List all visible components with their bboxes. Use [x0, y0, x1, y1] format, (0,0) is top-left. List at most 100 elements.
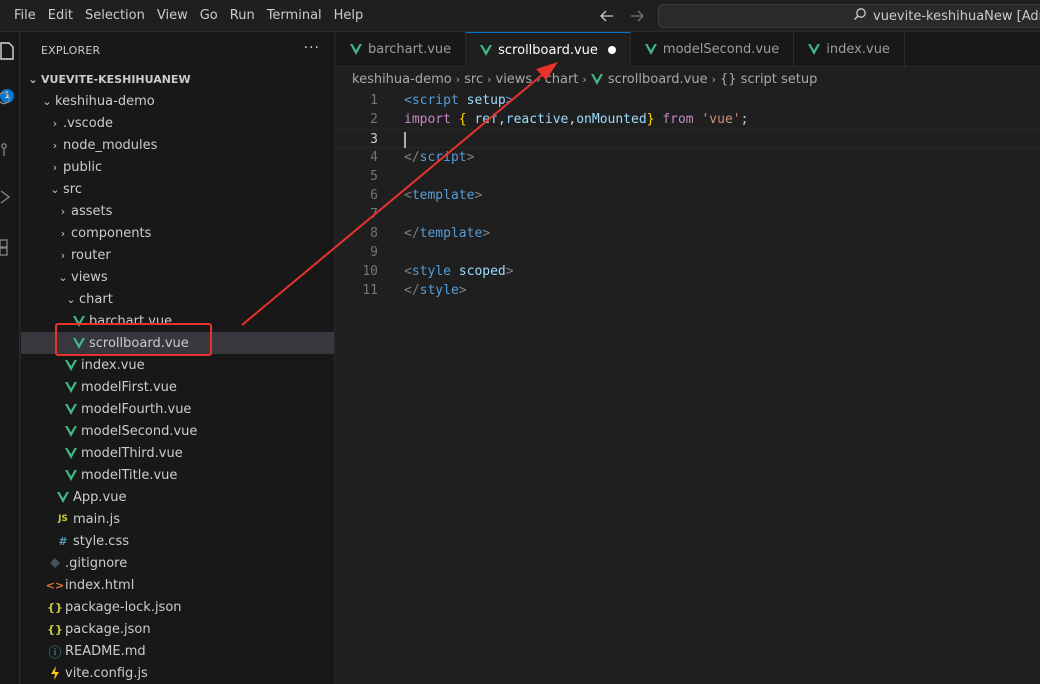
breadcrumb-separator-icon: › — [487, 72, 492, 86]
code-line[interactable]: 2 import { ref,reactive,onMounted} from '… — [336, 110, 1040, 129]
breadcrumb-item[interactable]: keshihua-demo — [352, 72, 452, 87]
git-file-icon — [47, 558, 63, 568]
tree-item-label: package.json — [65, 621, 151, 637]
tree-file[interactable]: modelFirst.vue — [21, 376, 334, 398]
line-number: 4 — [370, 150, 378, 165]
run-debug-icon[interactable] — [0, 188, 20, 212]
chevron-down-icon: ⌄ — [42, 94, 52, 108]
back-arrow-icon[interactable] — [598, 7, 616, 25]
tree-folder[interactable]: ⌄ keshihua-demo — [21, 90, 334, 112]
tree-folder[interactable]: ⌄ chart — [21, 288, 334, 310]
breadcrumb-item[interactable]: {} script setup — [720, 72, 817, 87]
tree-file[interactable]: .gitignore — [21, 552, 334, 574]
tree-file[interactable]: modelThird.vue — [21, 442, 334, 464]
menu-item-file[interactable]: File — [8, 0, 42, 32]
code-token: > — [474, 188, 483, 203]
extensions-icon[interactable] — [0, 236, 20, 260]
line-number: 3 — [370, 132, 378, 147]
menu-item-run[interactable]: Run — [224, 0, 261, 32]
tree-folder[interactable]: › node_modules — [21, 134, 334, 156]
tree-item-label: modelThird.vue — [81, 445, 183, 461]
unsaved-dot-icon[interactable] — [607, 46, 616, 54]
js-file-icon: JS — [58, 514, 68, 524]
menu-item-view[interactable]: View — [151, 0, 194, 32]
tree-item-label: main.js — [73, 511, 120, 527]
more-actions-icon[interactable]: ··· — [304, 40, 320, 56]
tree-item-label: modelTitle.vue — [81, 467, 178, 483]
tree-file[interactable]: index.vue — [21, 354, 334, 376]
tree-item-label: node_modules — [63, 137, 158, 153]
tree-folder[interactable]: › .vscode — [21, 112, 334, 134]
tree-file[interactable]: App.vue — [21, 486, 334, 508]
tree-file[interactable]: modelFourth.vue — [21, 398, 334, 420]
code-line[interactable]: 10 <style scoped> — [336, 262, 1040, 281]
tab-index[interactable]: index.vue — [794, 32, 905, 67]
tree-item-label: README.md — [65, 643, 146, 659]
line-number: 2 — [370, 112, 378, 127]
files-icon[interactable] — [0, 42, 20, 66]
info-file-icon: ⓘ — [48, 645, 62, 661]
tree-file[interactable]: {} package.json — [21, 618, 334, 640]
chevron-right-icon: › — [60, 226, 66, 240]
tree-folder[interactable]: › assets — [21, 200, 334, 222]
menu-item-selection[interactable]: Selection — [79, 0, 151, 32]
workspace-root[interactable]: ⌄ VUEVITE-KESHIHUANEW — [21, 68, 334, 90]
code-token: setup — [458, 93, 506, 108]
command-center-search[interactable]: vuevite-keshihuaNew [Administ — [658, 4, 1040, 28]
code-editor[interactable]: 1 <script setup> 2 import { ref,reactive,on… — [336, 91, 1040, 684]
breadcrumb-separator-icon: › — [711, 72, 716, 86]
tree-item-label: keshihua-demo — [55, 93, 155, 109]
line-number: 6 — [370, 188, 378, 203]
code-token: style — [419, 283, 459, 298]
tree-file[interactable]: modelSecond.vue — [21, 420, 334, 442]
vue-file-icon — [63, 425, 79, 437]
code-token: template — [411, 188, 475, 203]
breadcrumb-item[interactable]: chart — [545, 72, 579, 87]
code-token: ; — [740, 112, 749, 127]
activity-bar: 1 — [0, 32, 20, 684]
code-line[interactable]: 6 <template> — [336, 186, 1040, 205]
code-token: 'vue' — [701, 112, 741, 127]
forward-arrow-icon[interactable] — [628, 7, 646, 25]
tree-folder[interactable]: ⌄ src — [21, 178, 334, 200]
tree-file[interactable]: # style.css — [21, 530, 334, 552]
tree-folder[interactable]: › components — [21, 222, 334, 244]
tree-file[interactable]: vite.config.js — [21, 662, 334, 684]
tree-file[interactable]: ⓘ README.md — [21, 640, 334, 662]
tab-barchart[interactable]: barchart.vue — [336, 32, 467, 67]
code-line[interactable]: 3 — [336, 129, 1040, 148]
code-line[interactable]: 9 — [336, 243, 1040, 262]
tree-file[interactable]: JS main.js — [21, 508, 334, 530]
tree-folder[interactable]: ⌄ views — [21, 266, 334, 288]
breadcrumb-item[interactable]: scrollboard.vue — [608, 72, 708, 87]
tree-folder[interactable]: › public — [21, 156, 334, 178]
tree-file[interactable]: modelTitle.vue — [21, 464, 334, 486]
chevron-right-icon: › — [60, 204, 66, 218]
chevron-down-icon: ⌄ — [66, 292, 76, 306]
code-token: from — [662, 112, 694, 127]
menu-item-terminal[interactable]: Terminal — [261, 0, 328, 32]
vue-file-icon — [63, 359, 79, 371]
code-line[interactable]: 11 </style> — [336, 281, 1040, 300]
tree-folder[interactable]: › router — [21, 244, 334, 266]
vue-file-icon — [350, 44, 362, 55]
tab-scrollboard[interactable]: scrollboard.vue — [466, 32, 631, 67]
tree-file[interactable]: <> index.html — [21, 574, 334, 596]
menu-item-edit[interactable]: Edit — [42, 0, 79, 32]
menu-item-go[interactable]: Go — [194, 0, 224, 32]
tree-item-label: router — [71, 247, 111, 263]
code-line[interactable]: 5 — [336, 167, 1040, 186]
tab-modelSecond[interactable]: modelSecond.vue — [631, 32, 795, 67]
tree-file[interactable]: {} package-lock.json — [21, 596, 334, 618]
code-line[interactable]: 7 — [336, 205, 1040, 224]
code-line[interactable]: 4 </script> — [336, 148, 1040, 167]
source-control-icon[interactable] — [0, 140, 20, 164]
code-line[interactable]: 8 </template> — [336, 224, 1040, 243]
code-line[interactable]: 1 <script setup> — [336, 91, 1040, 110]
tree-item-label: package-lock.json — [65, 599, 182, 615]
breadcrumb-item[interactable]: views — [496, 72, 533, 87]
breadcrumb-item[interactable]: src — [464, 72, 483, 87]
search-activity-icon[interactable] — [0, 90, 20, 114]
menu-item-help[interactable]: Help — [328, 0, 370, 32]
vue-file-icon — [590, 73, 603, 85]
